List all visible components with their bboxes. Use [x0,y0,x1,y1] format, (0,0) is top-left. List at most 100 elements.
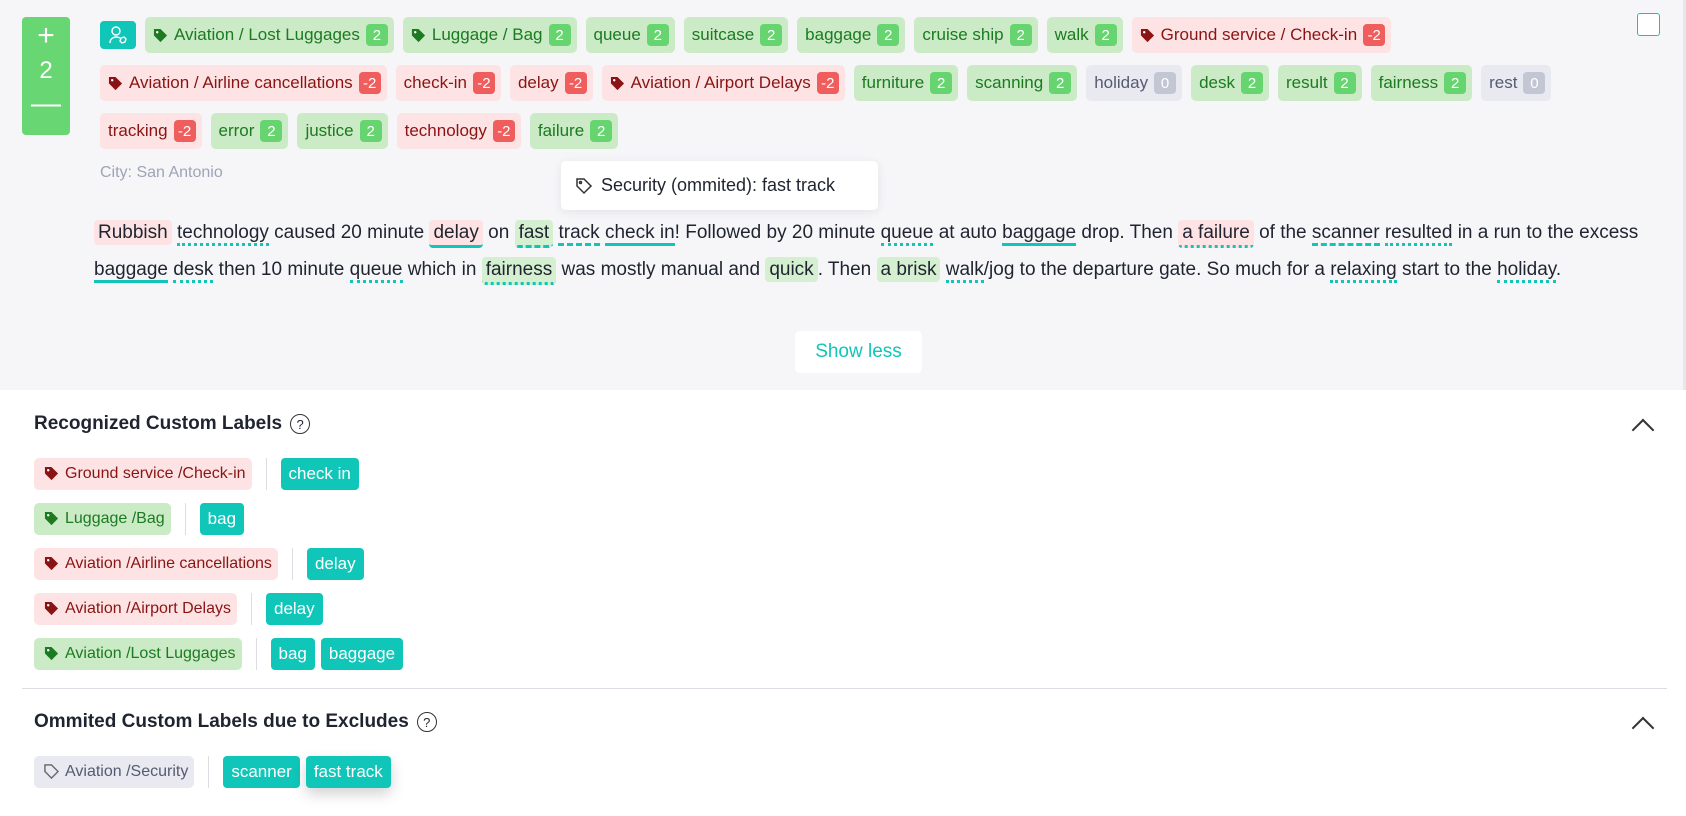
tag-chip[interactable]: Aviation / Airline cancellations -2 [100,65,387,101]
upvote-button[interactable]: + [22,19,70,53]
tag-score: -2 [358,72,381,94]
recognized-heading: Recognized Custom Labels ? [34,413,311,435]
tag-label: cruise ship [922,25,1004,44]
tag-score: 2 [1049,72,1072,94]
downvote-button[interactable]: — [22,89,70,119]
tag-chip[interactable]: suitcase 2 [683,17,789,53]
tag-score: 2 [1241,72,1264,94]
text-segment: at auto [933,222,1003,243]
text-segment: then 10 minute [213,259,350,280]
separator [255,637,257,670]
custom-label-row: Luggage /Bag bag [34,502,245,535]
tag-label: Aviation / Lost Luggages [174,25,360,44]
tag-chip[interactable]: tracking -2 [100,113,202,149]
custom-label-text: Aviation /Lost Luggages [65,644,236,662]
tag-label: Aviation / Airline cancellations [129,73,353,92]
highlighted-phrase: desk [173,259,214,283]
custom-label-text: Aviation /Airline cancellations [65,554,272,572]
highlighted-phrase: baggage [1002,222,1077,246]
highlighted-phrase: resulted [1384,222,1453,246]
tag-label: suitcase [691,25,755,44]
help-icon[interactable]: ? [290,414,311,434]
keyword-chip[interactable]: delay [266,592,323,625]
keyword-chip[interactable]: baggage [320,637,404,670]
review-text: Rubbish technology caused 20 minute dela… [94,214,1654,288]
keyword-chip[interactable]: fast track [305,755,391,788]
show-less-button[interactable]: Show less [795,331,922,373]
custom-label[interactable]: Luggage /Bag [34,502,171,535]
tag-chip[interactable]: baggage 2 [797,17,906,53]
highlighted-phrase: fast [514,220,554,248]
tag-chip[interactable]: holiday 0 [1086,65,1183,101]
custom-label-row: Aviation /Security scanner fast track [34,755,391,788]
tag-chip[interactable]: fairness 2 [1370,65,1473,101]
tag-chip[interactable]: desk 2 [1191,65,1270,101]
keyword-chip[interactable]: bag [199,502,245,535]
omitted-title: Ommited Custom Labels due to Excludes [34,711,409,732]
tag-score: -2 [173,120,196,142]
collapse-chevron-icon[interactable] [1631,418,1655,442]
tag-chip[interactable]: justice 2 [297,113,388,149]
keyword-chip[interactable]: check in [280,457,359,490]
keyword-chip[interactable]: delay [306,547,364,580]
custom-label[interactable]: Aviation /Security [34,755,195,788]
user-tag-icon[interactable] [100,21,136,49]
custom-label[interactable]: Aviation /Airport Delays [34,592,237,625]
tag-chip[interactable]: Ground service / Check-in -2 [1131,17,1392,53]
text-segment: start to the [1396,259,1498,280]
highlighted-phrase: relaxing [1330,259,1397,283]
highlighted-phrase: track [558,222,600,246]
tag-score: 2 [365,24,388,46]
help-icon[interactable]: ? [416,712,437,732]
vote-widget: + 2 — [22,17,70,135]
custom-label-row: Aviation /Airline cancellations delay [34,547,364,580]
custom-label[interactable]: Aviation /Airline cancellations [34,547,278,580]
keyword-chip[interactable]: scanner [223,755,300,788]
tag-chip[interactable]: Aviation / Lost Luggages 2 [145,17,394,53]
tag-score: -2 [472,72,495,94]
keyword-chip[interactable]: bag [270,637,315,670]
tag-chip[interactable]: scanning 2 [967,65,1078,101]
text-segment: of the [1253,222,1312,243]
tag-score: 2 [1333,72,1356,94]
highlighted-phrase: fairness [481,257,557,285]
tag-label: Ground service / Check-in [1160,25,1358,44]
tag-label: error [218,121,255,140]
tag-icon [44,466,59,481]
highlighted-phrase: queue [349,259,403,283]
text-segment: caused 20 minute [268,222,430,243]
tag-score: -2 [816,72,839,94]
tag-chip[interactable]: technology -2 [396,113,521,149]
tag-chip[interactable]: failure 2 [529,113,619,149]
custom-label[interactable]: Ground service /Check-in [34,457,252,490]
select-checkbox[interactable] [1637,13,1660,36]
tag-label: failure [537,121,585,140]
tag-chip[interactable]: rest 0 [1481,65,1552,101]
text-segment: which in [402,259,482,280]
tag-chip[interactable]: furniture 2 [853,65,959,101]
custom-label-row: Aviation /Lost Luggages bag baggage [34,637,404,670]
tag-label: desk [1199,73,1236,92]
tag-chip[interactable]: queue 2 [585,17,675,53]
tag-chip[interactable]: error 2 [210,113,289,149]
custom-label-text: Aviation /Airport Delays [65,599,231,617]
tag-label: furniture [861,73,925,92]
tag-chip[interactable]: Luggage / Bag 2 [402,17,577,53]
tag-chip[interactable]: walk 2 [1046,17,1123,53]
highlighted-phrase: delay [429,220,483,248]
text-segment: . Then [817,259,877,280]
tag-icon [44,556,59,571]
separator [251,592,252,625]
vote-score: 2 [39,57,53,84]
tag-label: tracking [108,121,168,140]
tag-chip[interactable]: Aviation / Airport Delays -2 [601,65,845,101]
tag-score: 2 [359,120,382,142]
tag-chip[interactable]: delay -2 [509,65,593,101]
tag-label: fairness [1378,73,1439,92]
tag-label: scanning [975,73,1044,92]
custom-label[interactable]: Aviation /Lost Luggages [34,637,242,670]
tag-chip[interactable]: cruise ship 2 [914,17,1038,53]
tag-chip[interactable]: result 2 [1278,65,1362,101]
collapse-chevron-icon[interactable] [1631,716,1655,740]
tag-chip[interactable]: check-in -2 [395,65,501,101]
